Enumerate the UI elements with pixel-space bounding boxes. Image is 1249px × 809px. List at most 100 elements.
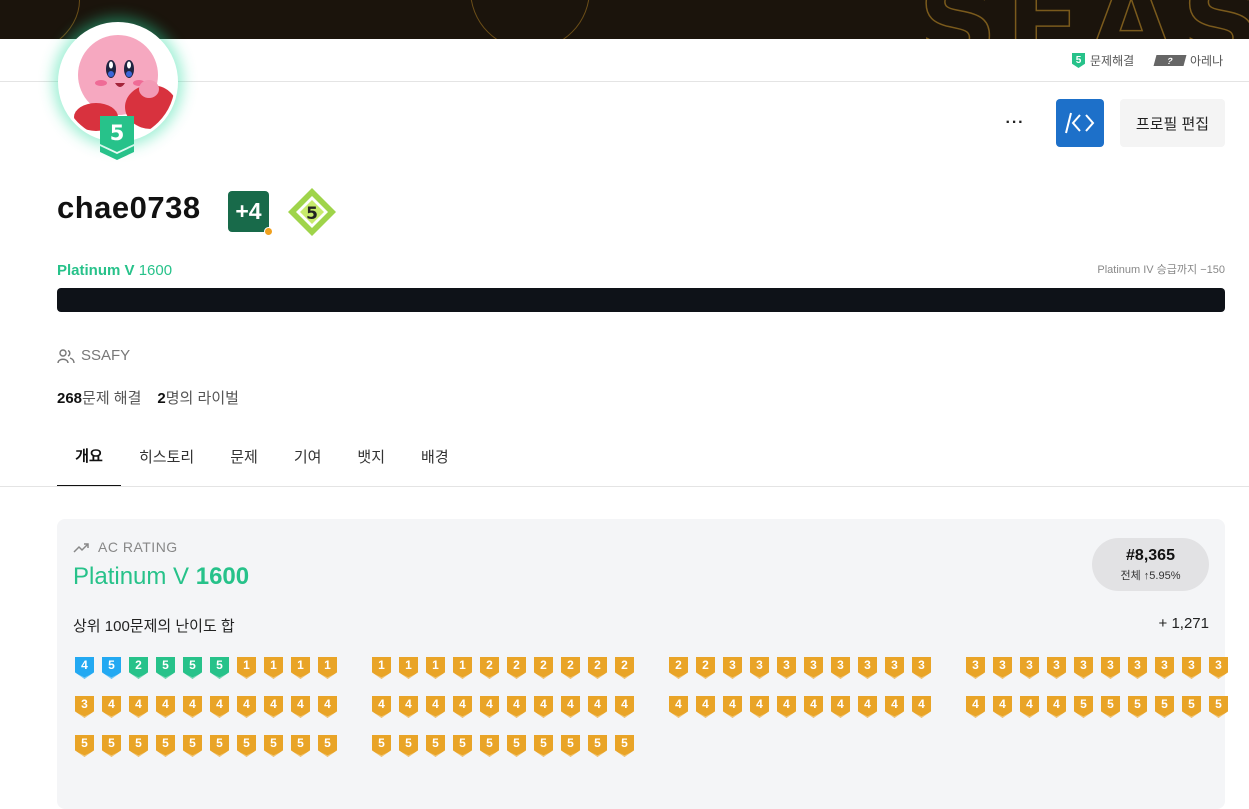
problem-tier-icon[interactable]: 3: [1209, 657, 1228, 679]
problem-tier-icon[interactable]: 5: [102, 657, 121, 679]
problem-tier-icon[interactable]: 5: [372, 735, 391, 757]
problem-tier-icon[interactable]: 5: [1074, 696, 1093, 718]
problem-tier-icon[interactable]: 5: [291, 735, 310, 757]
problem-tier-icon[interactable]: 4: [75, 657, 94, 679]
problem-tier-icon[interactable]: 2: [507, 657, 526, 679]
problem-tier-icon[interactable]: 5: [1182, 696, 1201, 718]
problem-tier-icon[interactable]: 4: [264, 696, 283, 718]
tab-background[interactable]: 배경: [403, 425, 467, 487]
problem-tier-icon[interactable]: 3: [1047, 657, 1066, 679]
problem-tier-icon[interactable]: 4: [669, 696, 688, 718]
problem-tier-icon[interactable]: 4: [858, 696, 877, 718]
problem-tier-icon[interactable]: 4: [237, 696, 256, 718]
organization[interactable]: SSAFY: [57, 347, 130, 364]
rival-stat[interactable]: 2명의 라이벌: [157, 387, 239, 408]
problem-tier-icon[interactable]: 5: [426, 735, 445, 757]
problem-tier-icon[interactable]: 5: [480, 735, 499, 757]
problem-tier-icon[interactable]: 4: [1020, 696, 1039, 718]
tab-problems[interactable]: 문제: [212, 425, 276, 487]
problem-tier-icon[interactable]: 1: [237, 657, 256, 679]
problem-tier-icon[interactable]: 1: [426, 657, 445, 679]
problem-tier-icon[interactable]: 5: [183, 735, 202, 757]
problem-tier-icon[interactable]: 5: [156, 657, 175, 679]
problem-tier-icon[interactable]: 3: [1155, 657, 1174, 679]
problem-tier-icon[interactable]: 3: [858, 657, 877, 679]
problem-tier-icon[interactable]: 5: [1155, 696, 1174, 718]
tab-overview[interactable]: 개요: [57, 425, 121, 487]
problem-tier-icon[interactable]: 4: [453, 696, 472, 718]
problem-tier-icon[interactable]: 3: [1020, 657, 1039, 679]
problem-tier-icon[interactable]: 5: [210, 735, 229, 757]
tab-contribution[interactable]: 기여: [276, 425, 340, 487]
problem-tier-icon[interactable]: 1: [318, 657, 337, 679]
problem-tier-icon[interactable]: 1: [291, 657, 310, 679]
problem-tier-icon[interactable]: 4: [966, 696, 985, 718]
problem-tier-icon[interactable]: 5: [1101, 696, 1120, 718]
problem-tier-icon[interactable]: 5: [588, 735, 607, 757]
problem-tier-icon[interactable]: 4: [1047, 696, 1066, 718]
problem-tier-icon[interactable]: 2: [588, 657, 607, 679]
problem-tier-icon[interactable]: 5: [615, 735, 634, 757]
problem-tier-icon[interactable]: 3: [993, 657, 1012, 679]
problem-tier-icon[interactable]: 4: [507, 696, 526, 718]
problem-tier-icon[interactable]: 3: [1182, 657, 1201, 679]
problem-tier-icon[interactable]: 3: [831, 657, 850, 679]
problem-tier-icon[interactable]: 2: [561, 657, 580, 679]
problem-tier-icon[interactable]: 5: [1128, 696, 1147, 718]
tab-badges[interactable]: 뱃지: [339, 425, 403, 487]
problem-tier-icon[interactable]: 4: [696, 696, 715, 718]
problem-tier-icon[interactable]: 5: [561, 735, 580, 757]
arena-link[interactable]: ? 아레나: [1153, 52, 1223, 69]
problem-tier-icon[interactable]: 4: [912, 696, 931, 718]
problem-tier-icon[interactable]: 2: [480, 657, 499, 679]
problem-tier-icon[interactable]: 4: [480, 696, 499, 718]
problem-tier-icon[interactable]: 4: [129, 696, 148, 718]
problem-tier-icon[interactable]: 4: [183, 696, 202, 718]
problem-tier-icon[interactable]: 3: [75, 696, 94, 718]
problem-tier-icon[interactable]: 4: [588, 696, 607, 718]
problem-tier-icon[interactable]: 5: [156, 735, 175, 757]
problem-tier-icon[interactable]: 4: [534, 696, 553, 718]
problem-tier-icon[interactable]: 5: [318, 735, 337, 757]
problem-tier-icon[interactable]: 4: [372, 696, 391, 718]
problem-tier-icon[interactable]: 4: [210, 696, 229, 718]
problem-tier-icon[interactable]: 4: [399, 696, 418, 718]
problem-tier-icon[interactable]: 4: [318, 696, 337, 718]
problem-tier-icon[interactable]: 2: [696, 657, 715, 679]
problem-tier-icon[interactable]: 5: [1209, 696, 1228, 718]
problem-tier-icon[interactable]: 5: [453, 735, 472, 757]
problem-tier-icon[interactable]: 4: [885, 696, 904, 718]
problem-tier-icon[interactable]: 5: [507, 735, 526, 757]
problem-tier-icon[interactable]: 3: [777, 657, 796, 679]
problem-tier-icon[interactable]: 1: [372, 657, 391, 679]
problem-tier-icon[interactable]: 1: [453, 657, 472, 679]
problem-tier-icon[interactable]: 5: [210, 657, 229, 679]
problem-tier-icon[interactable]: 3: [1074, 657, 1093, 679]
tab-history[interactable]: 히스토리: [121, 425, 212, 487]
solved-link[interactable]: 5 문제해결: [1072, 52, 1134, 69]
code-theme-button[interactable]: [1056, 99, 1104, 147]
problem-tier-icon[interactable]: 3: [723, 657, 742, 679]
problem-tier-icon[interactable]: 4: [777, 696, 796, 718]
problem-tier-icon[interactable]: 2: [534, 657, 553, 679]
problem-tier-icon[interactable]: 5: [102, 735, 121, 757]
problem-tier-icon[interactable]: 4: [561, 696, 580, 718]
problem-tier-icon[interactable]: 3: [1128, 657, 1147, 679]
problem-tier-icon[interactable]: 4: [750, 696, 769, 718]
rank-pill[interactable]: #8,365 전체 ↑5.95%: [1092, 538, 1209, 591]
problem-tier-icon[interactable]: 4: [993, 696, 1012, 718]
problem-tier-icon[interactable]: 4: [102, 696, 121, 718]
problem-tier-icon[interactable]: 3: [966, 657, 985, 679]
problem-tier-icon[interactable]: 4: [804, 696, 823, 718]
problem-tier-icon[interactable]: 4: [723, 696, 742, 718]
problem-tier-icon[interactable]: 4: [291, 696, 310, 718]
problem-tier-icon[interactable]: 5: [129, 735, 148, 757]
problem-tier-icon[interactable]: 3: [750, 657, 769, 679]
problem-tier-icon[interactable]: 3: [885, 657, 904, 679]
problem-tier-icon[interactable]: 3: [804, 657, 823, 679]
problem-tier-icon[interactable]: 4: [615, 696, 634, 718]
problem-tier-icon[interactable]: 5: [264, 735, 283, 757]
problem-tier-icon[interactable]: 3: [1101, 657, 1120, 679]
problem-tier-icon[interactable]: 4: [426, 696, 445, 718]
plus-badge[interactable]: +4: [228, 191, 269, 232]
